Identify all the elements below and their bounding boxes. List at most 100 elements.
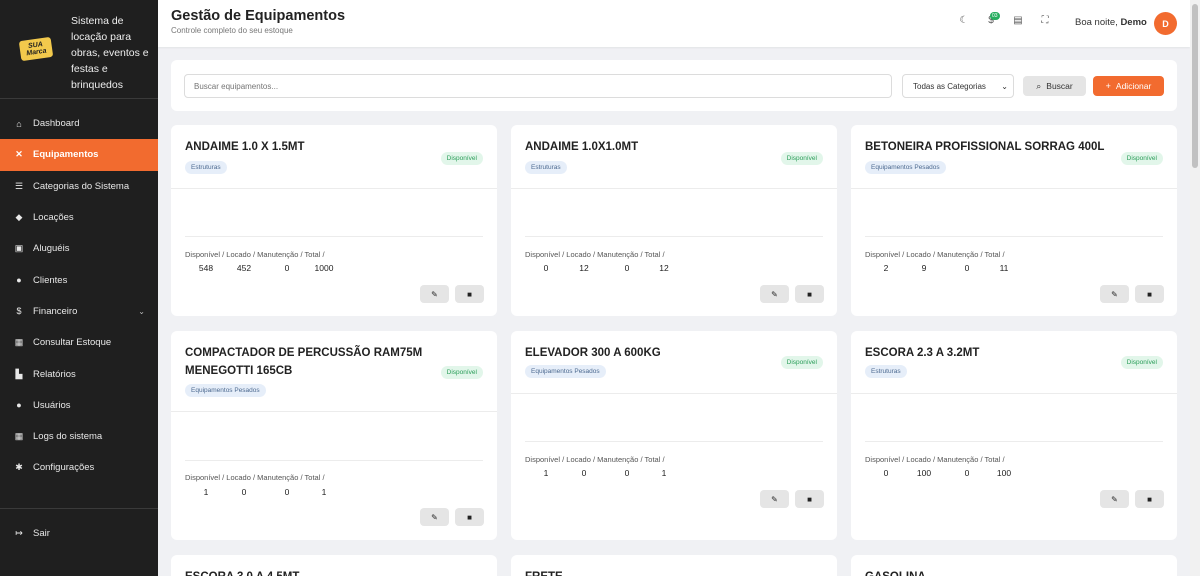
edit-icon: ✎ [771,494,778,504]
stat-total: 100 [996,468,1012,478]
sidebar-item-logs[interactable]: ▦ Logs do sistema [0,421,158,452]
avatar[interactable]: D [1154,12,1177,35]
card-title: BETONEIRA PROFISSIONAL SORRAG 400L [865,141,1105,153]
stats-label: Disponível / Locado / Manutenção / Total… [525,455,665,464]
stat-locado: 452 [236,263,252,273]
edit-icon: ✎ [1111,289,1118,299]
stat-manutencao: 0 [964,263,970,273]
tools-icon: ✕ [15,149,23,160]
calendar-icon: ▦ [14,431,24,442]
card-title: FRETE [525,568,765,576]
delete-button[interactable]: ■ [795,285,824,303]
sidebar-item-label: Locações [33,212,74,224]
sidebar-item-label: Logs do sistema [33,431,103,443]
delete-button[interactable]: ■ [1135,490,1164,508]
card-title: ESCORA 2.3 A 3.2MT [865,347,980,359]
equipment-card: ANDAIME 1.0X1.0MT Disponível Estruturas … [511,125,837,316]
edit-button[interactable]: ✎ [420,508,449,526]
search-input[interactable] [184,74,892,98]
notification-badge: 03 [990,12,1000,20]
stat-locado: 9 [921,263,927,273]
user-cog-icon: ● [16,400,22,411]
brand-logo[interactable]: SUA Marca [18,36,54,62]
document-icon[interactable]: ▤ [1011,15,1025,26]
equipment-card: ANDAIME 1.0 X 1.5MT Disponível Estrutura… [171,125,497,316]
sidebar-item-categorias[interactable]: ☰ Categorias do Sistema [0,171,158,202]
search-icon: ⌕ [1036,80,1042,91]
sidebar-item-dashboard[interactable]: ⌂ Dashboard [0,108,158,139]
moon-icon[interactable]: ☾ [957,15,971,26]
card-title: ANDAIME 1.0 X 1.5MT [185,141,305,153]
stat-manutencao: 0 [624,468,630,478]
sidebar-item-label: Financeiro [33,305,78,317]
stat-total: 11 [999,263,1009,273]
search-button-label: Buscar [1046,81,1073,91]
edit-icon: ✎ [771,289,778,299]
user-name: Demo [1120,17,1147,28]
sidebar-item-label: Aluguéis [33,243,70,255]
sidebar-item-financeiro[interactable]: $ Financeiro ⌄ [0,296,158,327]
sidebar-item-consultar-estoque[interactable]: ▦ Consultar Estoque [0,327,158,358]
greeting: Boa noite, Demo [1075,17,1147,28]
status-badge: Disponível [780,356,823,369]
sidebar-item-label: Configurações [33,462,95,474]
edit-button[interactable]: ✎ [420,285,449,303]
sidebar-item-configuracoes[interactable]: ✱ Configurações [0,452,158,483]
category-tag: Equipamentos Pesados [525,365,606,378]
sidebar-item-alugueis[interactable]: ▣ Aluguéis [0,233,158,264]
category-select-value: Todas as Categorias [913,81,986,91]
users-icon: ● [16,275,22,286]
chart-icon: ▙ [15,368,23,379]
trash-icon: ■ [807,494,812,504]
status-badge: Disponível [440,152,483,165]
scrollbar-thumb[interactable] [1192,4,1198,168]
sidebar-item-label: Categorias do Sistema [33,180,130,192]
edit-button[interactable]: ✎ [760,490,789,508]
delete-button[interactable]: ■ [455,508,484,526]
stat-locado: 0 [241,487,247,497]
category-select[interactable]: Todas as Categorias ⌄ [902,74,1014,98]
dollar-icon: $ [16,306,22,317]
truck-icon: ▣ [14,243,24,254]
sidebar-item-clientes[interactable]: ● Clientes [0,264,158,295]
delete-button[interactable]: ■ [795,490,824,508]
add-button[interactable]: + Adicionar [1093,76,1164,96]
divider [865,236,1163,237]
chevron-down-icon: ⌄ [138,306,145,316]
sidebar-item-usuarios[interactable]: ● Usuários [0,390,158,421]
edit-button[interactable]: ✎ [1100,490,1129,508]
trash-icon: ■ [1147,494,1152,504]
stat-total: 1000 [314,263,334,273]
stat-manutencao: 0 [284,263,290,273]
sidebar-item-relatorios[interactable]: ▙ Relatórios [0,358,158,389]
logout-button[interactable]: ↦ Sair [0,509,158,559]
delete-button[interactable]: ■ [455,285,484,303]
stat-disponivel: 2 [883,263,889,273]
sidebar-item-label: Consultar Estoque [33,337,112,349]
divider [525,236,823,237]
stat-manutencao: 0 [964,468,970,478]
search-button[interactable]: ⌕ Buscar [1023,76,1086,96]
edit-button[interactable]: ✎ [760,285,789,303]
stat-disponivel: 1 [203,487,209,497]
trash-icon: ■ [467,512,472,522]
edit-icon: ✎ [431,512,438,522]
page-scrollbar[interactable] [1190,0,1200,576]
home-icon: ⌂ [16,118,22,129]
sidebar-item-locacoes[interactable]: ◆ Locações [0,202,158,233]
edit-icon: ✎ [1111,494,1118,504]
sidebar-item-label: Dashboard [33,118,80,130]
card-title: ESCORA 3.0 A 4.5MT [185,568,425,576]
stat-total: 12 [659,263,669,273]
delete-button[interactable]: ■ [1135,285,1164,303]
status-badge: Disponível [780,152,823,165]
sidebar-item-equipamentos[interactable]: ✕ Equipamentos [0,139,158,171]
stat-disponivel: 0 [543,263,549,273]
chevron-down-icon: ⌄ [1001,81,1008,91]
plus-icon: + [1105,81,1111,91]
edit-button[interactable]: ✎ [1100,285,1129,303]
stat-disponivel: 0 [883,468,889,478]
sidebar-item-label: Equipamentos [33,149,99,161]
greeting-text: Boa noite, [1075,17,1118,28]
fullscreen-icon[interactable]: ⛶ [1038,15,1052,26]
